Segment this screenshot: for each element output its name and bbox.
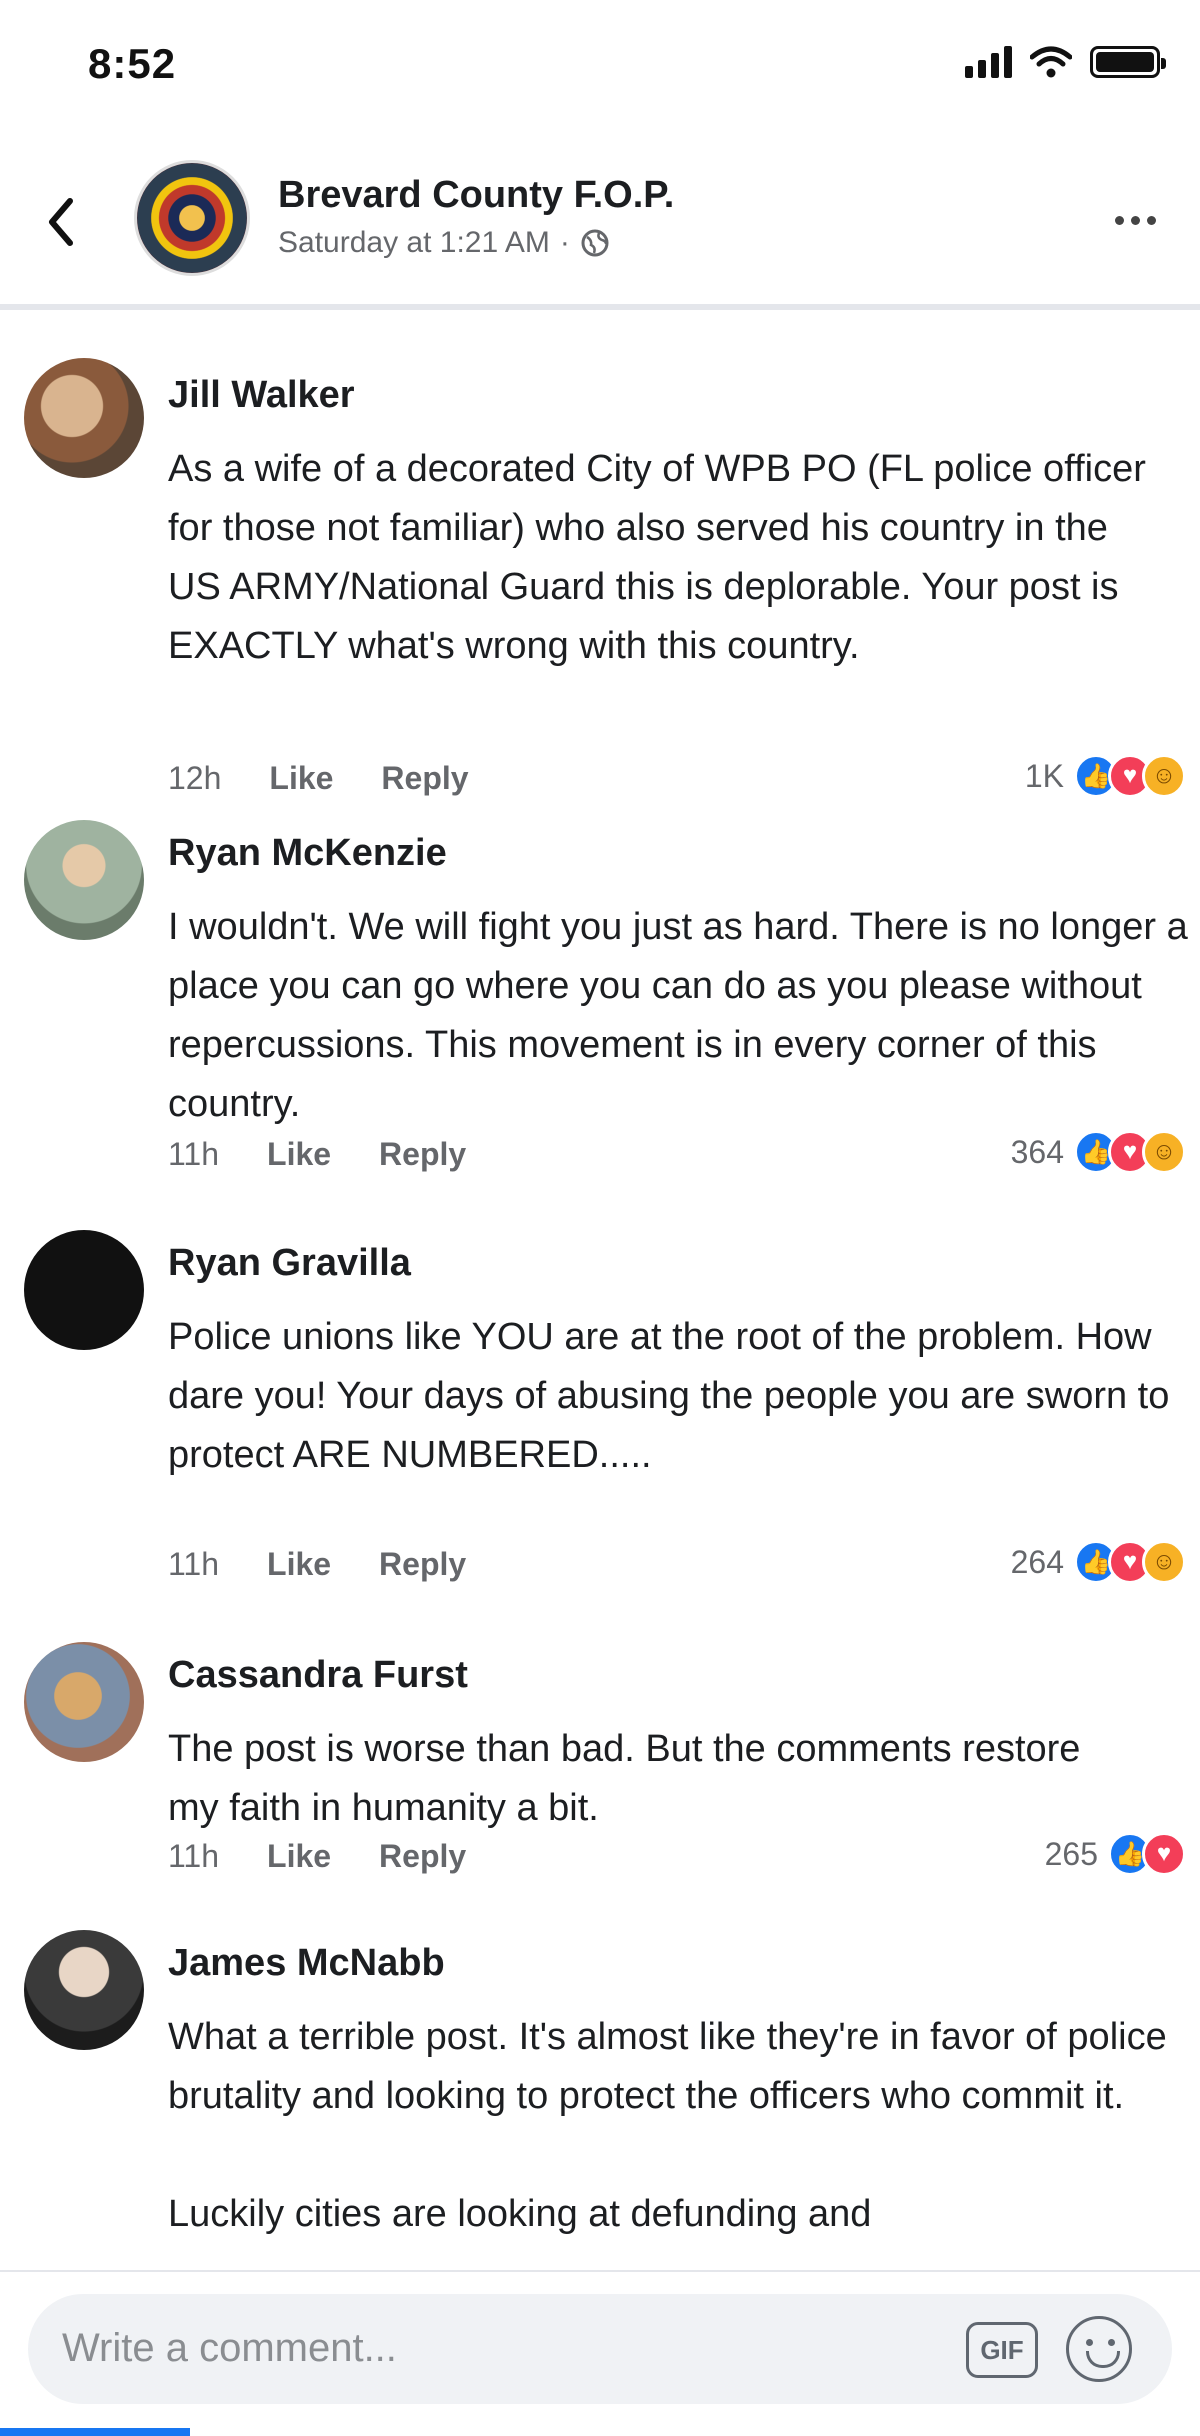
- avatar[interactable]: [24, 1230, 144, 1350]
- wifi-icon: [1030, 46, 1072, 78]
- reaction-summary[interactable]: 364 👍 ♥ ☺: [1011, 1130, 1186, 1174]
- battery-icon: [1090, 46, 1166, 78]
- back-button[interactable]: [36, 192, 86, 252]
- like-button[interactable]: Like: [267, 1546, 331, 1583]
- comment-actions: 11h Like Reply: [168, 1546, 466, 1583]
- signal-icon: [965, 46, 1012, 78]
- post-meta: Saturday at 1:21 AM ·: [278, 226, 610, 260]
- meta-separator: ·: [559, 226, 570, 259]
- gif-button[interactable]: GIF: [966, 2322, 1038, 2378]
- comment-composer-bar: Write a comment... GIF: [0, 2270, 1200, 2436]
- comment-text: I wouldn't. We will fight you just as ha…: [168, 906, 1188, 1125]
- comment-actions: 11h Like Reply: [168, 1838, 466, 1875]
- like-button[interactable]: Like: [267, 1838, 331, 1875]
- comment-placeholder: Write a comment...: [62, 2326, 397, 2370]
- comment-author[interactable]: Jill Walker: [168, 374, 355, 417]
- status-icons: [965, 46, 1166, 78]
- avatar[interactable]: [24, 1930, 144, 2050]
- comment-text: What a terrible post. It's almost like t…: [168, 2016, 1167, 2235]
- more-options-button[interactable]: [1100, 200, 1170, 240]
- post-header: Brevard County F.O.P. Saturday at 1:21 A…: [0, 140, 1200, 310]
- page-avatar[interactable]: [134, 160, 250, 276]
- comment-time[interactable]: 12h: [168, 760, 221, 797]
- comment-time[interactable]: 11h: [168, 1136, 219, 1173]
- reply-button[interactable]: Reply: [379, 1838, 466, 1875]
- avatar[interactable]: [24, 1642, 144, 1762]
- comment-author[interactable]: Cassandra Furst: [168, 1654, 468, 1697]
- reaction-count: 264: [1010, 1543, 1064, 1580]
- avatar[interactable]: [24, 820, 144, 940]
- comment-time[interactable]: 11h: [168, 1838, 219, 1875]
- status-bar: 8:52: [0, 0, 1200, 140]
- comment-time[interactable]: 11h: [168, 1546, 219, 1583]
- comment-text: As a wife of a decorated City of WPB PO …: [168, 448, 1146, 667]
- comment-text: The post is worse than bad. But the comm…: [168, 1728, 1081, 1829]
- comment-author[interactable]: James McNabb: [168, 1942, 445, 1985]
- comment-author[interactable]: Ryan Gravilla: [168, 1242, 411, 1285]
- status-time: 8:52: [88, 40, 177, 87]
- reply-button[interactable]: Reply: [379, 1546, 466, 1583]
- comment-text: Police unions like YOU are at the root o…: [168, 1316, 1170, 1476]
- reaction-summary[interactable]: 265 👍 ♥: [1045, 1832, 1186, 1876]
- comment-actions: 11h Like Reply: [168, 1136, 466, 1173]
- comment-author[interactable]: Ryan McKenzie: [168, 832, 447, 875]
- reaction-summary[interactable]: 1K 👍 ♥ ☺: [1025, 754, 1186, 798]
- smiley-icon[interactable]: [1066, 2316, 1132, 2382]
- reply-button[interactable]: Reply: [381, 760, 468, 797]
- globe-icon: [581, 229, 609, 257]
- reaction-summary[interactable]: 264 👍 ♥ ☺: [1011, 1540, 1186, 1584]
- avatar[interactable]: [24, 358, 144, 478]
- chevron-left-icon: [49, 198, 73, 246]
- comment-actions: 12h Like Reply: [168, 760, 469, 797]
- reaction-count: 364: [1010, 1133, 1064, 1170]
- home-indicator: [0, 2428, 190, 2436]
- care-reaction-icon: ☺: [1142, 1540, 1186, 1584]
- post-timestamp[interactable]: Saturday at 1:21 AM: [278, 226, 550, 260]
- care-reaction-icon: ☺: [1142, 1130, 1186, 1174]
- more-horizontal-icon: [1114, 215, 1124, 225]
- care-reaction-icon: ☺: [1142, 754, 1186, 798]
- love-reaction-icon: ♥: [1142, 1832, 1186, 1876]
- comment-input[interactable]: Write a comment... GIF: [28, 2294, 1172, 2404]
- like-button[interactable]: Like: [269, 760, 333, 797]
- reply-button[interactable]: Reply: [379, 1136, 466, 1173]
- like-button[interactable]: Like: [267, 1136, 331, 1173]
- page-name[interactable]: Brevard County F.O.P.: [278, 174, 674, 217]
- reaction-count: 265: [1044, 1835, 1098, 1872]
- reaction-count: 1K: [1024, 757, 1064, 794]
